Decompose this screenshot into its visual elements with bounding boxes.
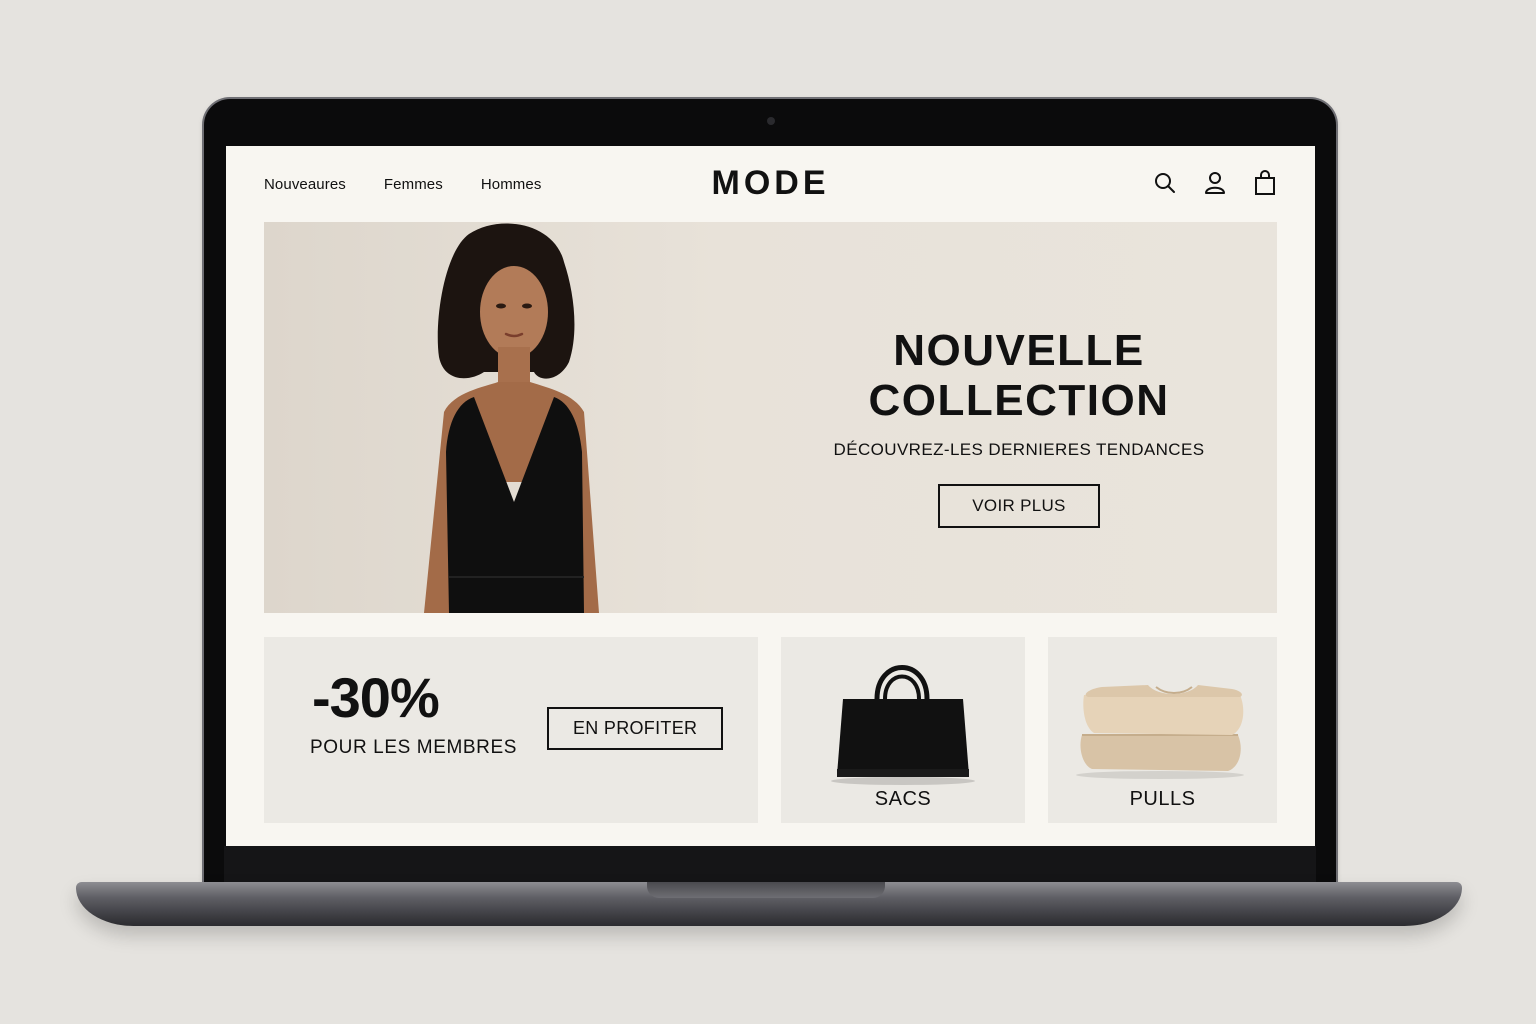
- voir-plus-button[interactable]: VOIR PLUS: [938, 484, 1100, 528]
- sweater-image: [1076, 685, 1244, 779]
- category-label-sacs: SACS: [874, 788, 932, 810]
- promo-label: POUR LES MEMBRES: [310, 737, 518, 758]
- account-icon[interactable]: [1203, 170, 1227, 196]
- hero-copy: NOUVELLE COLLECTION DÉCOUVREZ-LES DERNIE…: [824, 326, 1214, 528]
- category-card-sacs[interactable]: SACS: [781, 637, 1025, 823]
- search-icon[interactable]: [1153, 170, 1177, 196]
- model-photo: [424, 223, 599, 613]
- category-label-pulls: PULLS: [1129, 788, 1196, 810]
- header-icons: [1153, 170, 1277, 196]
- website-screen: Nouveaures Femmes Hommes MODE NOUVELLE C…: [226, 146, 1315, 846]
- promo-card: -30% POUR LES MEMBRES EN PROFITER: [264, 637, 758, 823]
- webcam: [767, 117, 775, 125]
- laptop-mockup: Nouveaures Femmes Hommes MODE NOUVELLE C…: [0, 0, 1536, 1024]
- en-profiter-button[interactable]: EN PROFITER: [547, 707, 724, 750]
- hero-title-line2: COLLECTION: [868, 376, 1170, 425]
- hero-title: NOUVELLE COLLECTION: [824, 326, 1214, 426]
- laptop-opening-notch: [647, 882, 885, 898]
- handbag-image: [831, 665, 975, 785]
- hero-title-line1: NOUVELLE: [893, 326, 1145, 375]
- laptop-screen-bezel: [224, 846, 1316, 882]
- promo-discount: -30%: [312, 666, 440, 729]
- site-logo[interactable]: MODE: [226, 164, 1315, 203]
- hero-banner: NOUVELLE COLLECTION DÉCOUVREZ-LES DERNIE…: [264, 222, 1277, 613]
- hero-subtitle: DÉCOUVREZ-LES DERNIERES TENDANCES: [833, 440, 1205, 459]
- category-card-pulls[interactable]: PULLS: [1048, 637, 1277, 823]
- shopping-bag-icon[interactable]: [1253, 170, 1277, 196]
